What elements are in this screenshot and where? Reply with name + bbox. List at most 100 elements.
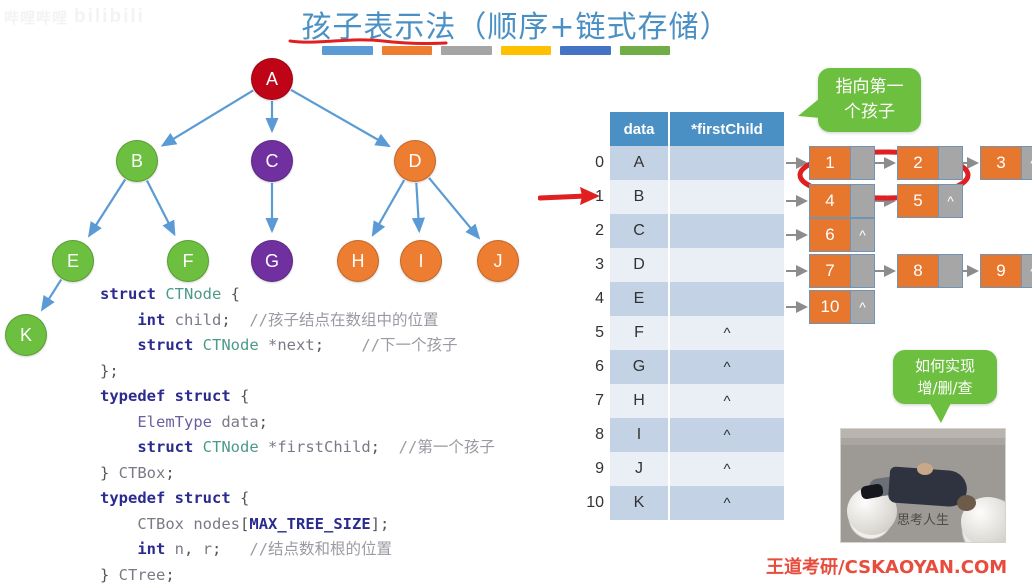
tree-node-g: G: [251, 240, 293, 282]
table-index-7: 7: [578, 384, 604, 418]
slide-canvas: 哔哩哔哩 bilibili 孩子表示法（顺序+链式存储） ABCDEFGHIJK…: [0, 0, 1032, 586]
tree-edge-b-f: [147, 181, 174, 235]
callout-first-child-tail: [798, 96, 820, 122]
callout-first-child: 指向第一 个孩子: [818, 68, 921, 132]
tree-node-j: J: [477, 240, 519, 282]
table-row[interactable]: E: [610, 282, 784, 316]
list-node-5[interactable]: 5^: [897, 184, 963, 218]
list-node-1[interactable]: 1: [809, 146, 875, 180]
tree-edge-a-d: [291, 90, 389, 146]
tree-node-e: E: [52, 240, 94, 282]
tree-node-a: A: [251, 58, 293, 100]
list-node-pointer: ^: [850, 291, 874, 323]
table-row[interactable]: A: [610, 146, 784, 180]
list-node-value: 3: [981, 147, 1021, 179]
table-row[interactable]: I^: [610, 418, 784, 452]
table-header-firstchild: *firstChild: [668, 112, 784, 146]
tree-node-b: B: [116, 140, 158, 182]
list-node-value: 5: [898, 185, 938, 217]
site-watermark: 王道考研/CSKAOYAN.COM: [766, 553, 1032, 579]
table-index-2: 2: [578, 214, 604, 248]
callout-operations-tail: [927, 402, 953, 424]
table-cell-firstchild: ^: [668, 418, 784, 452]
callout-operations-line-2: 增/删/查: [917, 377, 972, 399]
table-cell-firstchild: [668, 146, 784, 180]
meme-photo: 思考人生: [840, 428, 1006, 543]
tree-edge-e-k: [42, 280, 61, 310]
table-cell-firstchild: ^: [668, 316, 784, 350]
list-node-2[interactable]: 2: [897, 146, 963, 180]
list-node-9[interactable]: 9^: [980, 254, 1032, 288]
table-index-6: 6: [578, 350, 604, 384]
list-node-pointer: ^: [1021, 255, 1032, 287]
tree-edge-a-b: [163, 90, 254, 145]
list-node-6[interactable]: 6^: [809, 218, 875, 252]
list-node-pointer: [850, 255, 874, 287]
table-cell-firstchild: [668, 282, 784, 316]
list-node-pointer: ^: [850, 219, 874, 251]
list-node-3[interactable]: 3^: [980, 146, 1032, 180]
table-cell-firstchild: [668, 180, 784, 214]
code-line-11: int n, r; //结点数和根的位置: [100, 537, 570, 563]
list-node-10[interactable]: 10^: [809, 290, 875, 324]
list-node-value: 7: [810, 255, 850, 287]
code-line-5: typedef struct {: [100, 384, 570, 410]
code-line-9: typedef struct {: [100, 486, 570, 512]
table-row[interactable]: D: [610, 248, 784, 282]
list-node-pointer: ^: [1021, 147, 1032, 179]
list-node-value: 8: [898, 255, 938, 287]
list-node-value: 10: [810, 291, 850, 323]
list-node-pointer: [850, 185, 874, 217]
table-body: ABCDEF^G^H^I^J^K^: [610, 146, 784, 520]
table-cell-firstchild: ^: [668, 486, 784, 520]
list-node-value: 4: [810, 185, 850, 217]
callout-operations: 如何实现 增/删/查: [893, 350, 997, 404]
table-cell-firstchild: [668, 248, 784, 282]
color-bar-6: [620, 46, 671, 55]
table-cell-data: I: [610, 418, 668, 452]
code-line-2: int child; //孩子结点在数组中的位置: [100, 308, 570, 334]
code-line-1: struct CTNode {: [100, 282, 570, 308]
list-node-pointer: ^: [938, 185, 962, 217]
table-cell-data: C: [610, 214, 668, 248]
tree-edge-d-j: [429, 178, 479, 238]
table-cell-firstchild: ^: [668, 350, 784, 384]
list-node-value: 1: [810, 147, 850, 179]
code-line-4: };: [100, 359, 570, 385]
table-index-column: 012345678910: [578, 146, 604, 520]
table-row[interactable]: H^: [610, 384, 784, 418]
table-row[interactable]: C: [610, 214, 784, 248]
list-node-7[interactable]: 7: [809, 254, 875, 288]
tree-node-d: D: [394, 140, 436, 182]
photo-hand: [917, 463, 933, 475]
table-index-0: 0: [578, 146, 604, 180]
table-cell-data: K: [610, 486, 668, 520]
table-cell-data: F: [610, 316, 668, 350]
list-node-4[interactable]: 4: [809, 184, 875, 218]
table-index-1: 1: [578, 180, 604, 214]
table-row[interactable]: F^: [610, 316, 784, 350]
list-node-8[interactable]: 8: [897, 254, 963, 288]
table-cell-data: D: [610, 248, 668, 282]
table-cell-data: B: [610, 180, 668, 214]
tree-edge-d-h: [373, 180, 404, 235]
table-cell-firstchild: ^: [668, 384, 784, 418]
table-index-5: 5: [578, 316, 604, 350]
tree-edge-b-e: [89, 180, 125, 236]
table-row[interactable]: K^: [610, 486, 784, 520]
table-cell-firstchild: ^: [668, 452, 784, 486]
table-index-8: 8: [578, 418, 604, 452]
callout-first-child-line-1: 指向第一: [836, 75, 904, 100]
tree-node-k: K: [5, 314, 47, 356]
list-node-pointer: [938, 255, 962, 287]
code-line-6: ElemType data;: [100, 410, 570, 436]
table-row[interactable]: G^: [610, 350, 784, 384]
tree-node-i: I: [400, 240, 442, 282]
table-row[interactable]: B: [610, 180, 784, 214]
table-index-3: 3: [578, 248, 604, 282]
list-node-value: 9: [981, 255, 1021, 287]
tree-node-f: F: [167, 240, 209, 282]
code-line-10: CTBox nodes[MAX_TREE_SIZE];: [100, 512, 570, 538]
table-cell-data: H: [610, 384, 668, 418]
table-row[interactable]: J^: [610, 452, 784, 486]
